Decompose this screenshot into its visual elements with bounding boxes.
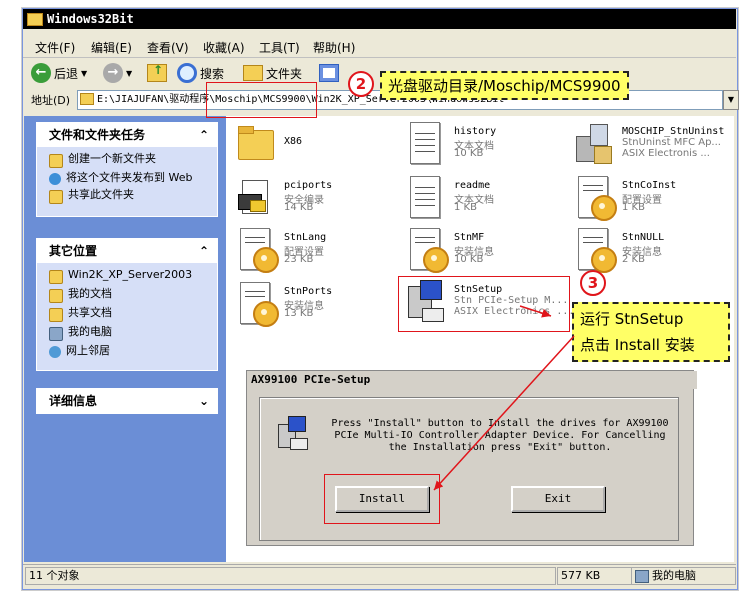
- annotation-arrows: [433, 305, 575, 491]
- arrow-to-install: [433, 335, 575, 491]
- arrow-to-callout: [519, 305, 552, 318]
